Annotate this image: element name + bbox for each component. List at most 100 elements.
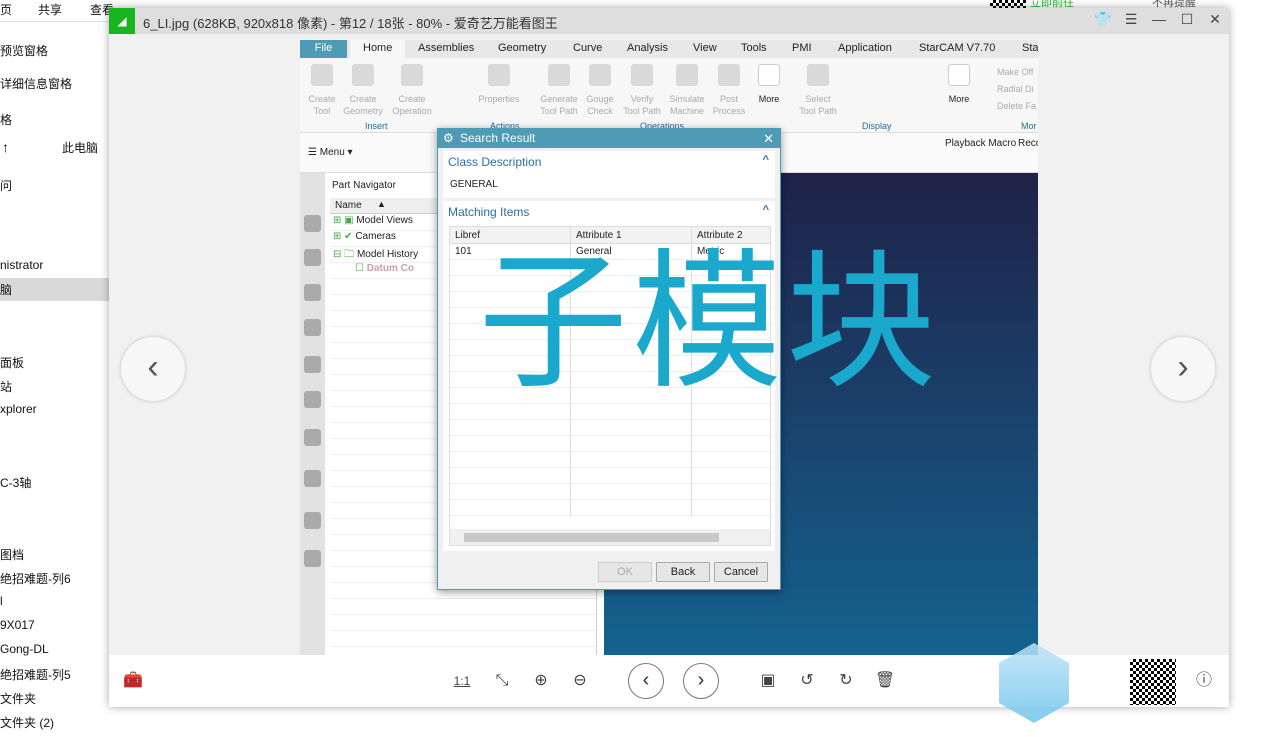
maximize-icon[interactable]: ☐ xyxy=(1176,11,1198,31)
sort-asc-icon: ▲ xyxy=(377,199,386,209)
previous-button[interactable]: ‹ xyxy=(628,663,664,699)
next-button[interactable]: › xyxy=(683,663,719,699)
ribbon-icon xyxy=(948,64,970,86)
menu-icon[interactable]: ☰ xyxy=(1120,11,1142,31)
ribbon-icon xyxy=(548,64,570,86)
name-column-header: Name xyxy=(335,200,362,211)
cad-tab: Assemblies xyxy=(418,42,475,54)
ok-button[interactable]: OK xyxy=(598,562,652,582)
cad-tab: Analysis xyxy=(627,42,668,54)
explorer-nav-item[interactable]: 9X017 xyxy=(0,618,35,632)
explorer-nav-item[interactable]: 文件夹 xyxy=(0,690,36,707)
navigator-item: ⊞ ▣ Model Views xyxy=(333,215,413,226)
menu-label: Menu xyxy=(319,147,345,158)
dialog-header: ⚙ Search Result ✕ xyxy=(438,129,780,148)
cad-tab: File xyxy=(300,40,347,58)
details-pane-button[interactable]: 详细信息窗格 xyxy=(0,75,72,92)
back-button[interactable]: Back xyxy=(656,562,710,582)
cad-tab: PMI xyxy=(792,42,812,54)
section-heading[interactable]: Matching Items xyxy=(448,205,529,219)
chevron-up-icon[interactable]: ^ xyxy=(763,204,769,216)
up-arrow-icon[interactable]: ↑ xyxy=(2,139,9,155)
tree-node-icon: ☐ xyxy=(355,263,367,274)
resource-bar-icon xyxy=(304,391,321,408)
ribbon-icon xyxy=(589,64,611,86)
ribbon-button-label: Properties xyxy=(478,94,520,104)
chevron-up-icon[interactable]: ^ xyxy=(763,154,769,166)
address-bar[interactable]: 此电脑 xyxy=(62,139,98,156)
navigator-item-label: Model History xyxy=(356,249,419,260)
zoom-in-icon[interactable]: ⊕ xyxy=(529,669,553,693)
explorer-nav-item[interactable]: 绝招难题-列6 xyxy=(0,570,71,587)
column-header[interactable]: Attribute 2 xyxy=(697,230,743,241)
section-heading[interactable]: Class Description xyxy=(448,155,541,169)
cad-tab: StarCAM V7.70 xyxy=(919,42,996,54)
actual-size-button[interactable]: 1:1 xyxy=(450,669,474,693)
table-row xyxy=(450,452,770,468)
explorer-tab-share[interactable]: 共享 xyxy=(38,1,62,18)
skin-icon[interactable]: 👕 xyxy=(1092,11,1114,31)
column-header[interactable]: Attribute 1 xyxy=(576,230,622,241)
explorer-tab[interactable]: 页 xyxy=(0,1,12,18)
info-icon[interactable]: ⓘ xyxy=(1192,669,1216,693)
close-icon[interactable]: ✕ xyxy=(763,129,774,148)
explorer-nav-item[interactable]: nistrator xyxy=(0,258,43,272)
explorer-nav-item[interactable]: l xyxy=(0,594,3,608)
cad-tab: Geometry xyxy=(498,42,547,54)
table-row xyxy=(450,388,770,404)
fit-window-icon[interactable]: ⤡ xyxy=(490,669,514,693)
resource-bar-icon xyxy=(304,319,321,336)
delete-icon[interactable]: 🗑 xyxy=(873,669,897,693)
slideshow-icon[interactable]: ▣ xyxy=(756,669,780,693)
explorer-nav-item[interactable]: Gong-DL xyxy=(0,642,49,656)
explorer-nav-item[interactable]: 脑 xyxy=(0,281,12,298)
tree-node-icon: ⊞ ✔ xyxy=(333,231,356,242)
ribbon-icon xyxy=(401,64,423,86)
close-icon[interactable]: ✕ xyxy=(1204,11,1226,31)
navigator-item-label: Cameras xyxy=(355,231,396,242)
ribbon-side-item: Radial Di xyxy=(997,84,1034,94)
resource-bar-icon xyxy=(304,512,321,529)
table-cell: Metric xyxy=(697,246,725,257)
table-row xyxy=(450,372,770,388)
class-value: GENERAL xyxy=(450,179,498,190)
scrollbar-thumb[interactable] xyxy=(464,533,719,542)
explorer-nav-item[interactable]: 问 xyxy=(0,177,12,194)
cad-tab: Curve xyxy=(573,42,603,54)
explorer-nav-item[interactable]: 图档 xyxy=(0,546,24,563)
cad-tab: Sta xyxy=(1022,42,1038,54)
explorer-nav-item[interactable]: 面板 xyxy=(0,354,24,371)
app-logo-icon: ◢ xyxy=(109,8,135,34)
resource-bar-icon xyxy=(304,215,321,232)
explorer-nav-item[interactable]: 绝招难题-列5 xyxy=(0,666,71,683)
column-header[interactable]: Libref xyxy=(455,230,480,241)
table-row xyxy=(450,436,770,452)
table-row xyxy=(450,292,770,308)
cad-tab: View xyxy=(693,42,717,54)
table-row xyxy=(450,404,770,420)
rotate-left-icon[interactable]: ↺ xyxy=(795,669,819,693)
resource-bar xyxy=(300,173,325,655)
cancel-button[interactable]: Cancel xyxy=(714,562,768,582)
previous-image-button[interactable]: ‹ xyxy=(121,337,185,401)
zoom-out-icon[interactable]: ⊖ xyxy=(568,669,592,693)
toolbox-icon[interactable]: 🧰 xyxy=(121,669,145,693)
rotate-right-icon[interactable]: ↻ xyxy=(834,669,858,693)
results-table: Libref Attribute 1 Attribute 2 101 General Me… xyxy=(449,226,771,546)
table-row xyxy=(450,276,770,292)
preview-pane-button[interactable]: 预览窗格 xyxy=(0,42,48,59)
ribbon-icon xyxy=(631,64,653,86)
menu-button: ☰ Menu ▾ xyxy=(308,147,353,158)
explorer-nav-item[interactable]: xplorer xyxy=(0,402,37,416)
resource-bar-icon xyxy=(304,470,321,487)
minimize-icon[interactable]: — xyxy=(1148,11,1170,31)
explorer-nav-item[interactable]: C-3轴 xyxy=(0,474,31,491)
resource-bar-icon xyxy=(304,177,321,194)
resource-bar-icon xyxy=(304,429,321,446)
next-image-button[interactable]: › xyxy=(1151,337,1215,401)
table-row xyxy=(450,340,770,356)
explorer-nav-item[interactable]: 站 xyxy=(0,378,12,395)
explorer-nav-item[interactable]: 文件夹 (2) xyxy=(0,714,54,731)
window-title: 6_LI.jpg (628KB, 920x818 像素) - 第12 / 18张… xyxy=(143,16,558,31)
gear-icon: ⚙ xyxy=(443,131,454,145)
